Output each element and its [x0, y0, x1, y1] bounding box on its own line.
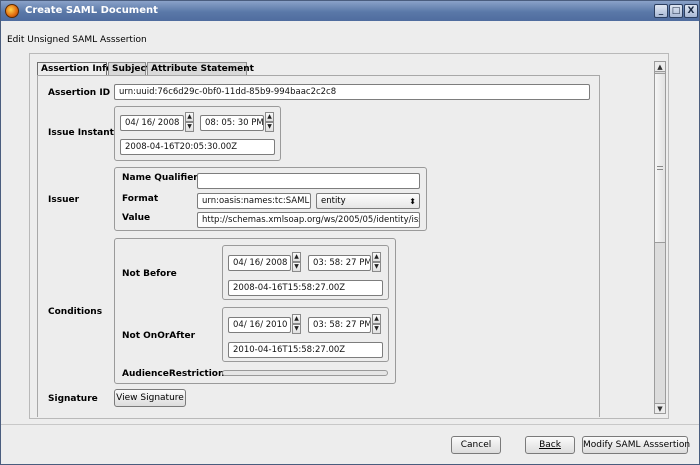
- name-qualifier-field[interactable]: [197, 173, 420, 189]
- tab-attribute-statement[interactable]: Attribute Statement: [147, 62, 254, 75]
- firefox-app-icon: [5, 4, 19, 18]
- audience-restriction-list[interactable]: [222, 370, 388, 376]
- value-label: Value: [122, 213, 151, 223]
- assertion-id-label: Assertion ID: [48, 88, 111, 98]
- name-qualifier-label: Name Qualifier: [122, 173, 198, 183]
- issue-instant-date-field[interactable]: 04/ 16/ 2008: [120, 115, 184, 131]
- tab-assertion-info[interactable]: Assertion Info: [37, 62, 112, 76]
- modify-saml-assertion-button[interactable]: Modify SAML Asssertion: [582, 436, 690, 454]
- scroll-up-icon[interactable]: ▲: [655, 62, 665, 72]
- spinner-down-icon[interactable]: ▼: [292, 262, 301, 272]
- title-bar[interactable]: Create SAML Document _ □ X: [1, 1, 699, 21]
- spinner-down-icon[interactable]: ▼: [265, 122, 274, 132]
- issuer-label: Issuer: [48, 195, 80, 205]
- format-label: Format: [122, 194, 159, 204]
- vertical-scrollbar[interactable]: ▲ ▼: [654, 61, 666, 414]
- select-arrows-icon: ⬍: [409, 197, 416, 206]
- spinner-up-icon[interactable]: ▲: [372, 314, 381, 324]
- not-before-date-field[interactable]: 04/ 16/ 2008: [228, 255, 291, 271]
- footer-divider: [1, 424, 699, 425]
- dialog-subtitle: Edit Unsigned SAML Asssertion: [7, 35, 147, 45]
- not-before-label: Not Before: [122, 269, 177, 279]
- view-signature-button[interactable]: View Signature: [114, 389, 186, 407]
- issue-instant-label: Issue Instant: [48, 128, 114, 138]
- issue-instant-date-spinner[interactable]: ▲ ▼: [185, 112, 194, 132]
- assertion-id-field[interactable]: urn:uuid:76c6d29c-0bf0-11dd-85b9-994baac…: [114, 84, 590, 100]
- cancel-button[interactable]: Cancel: [451, 436, 501, 454]
- conditions-label: Conditions: [48, 307, 103, 317]
- issue-instant-time-spinner[interactable]: ▲ ▼: [265, 112, 274, 132]
- not-on-or-after-iso-field[interactable]: 2010-04-16T15:58:27.00Z: [228, 342, 383, 358]
- audience-restriction-label: AudienceRestriction: [122, 369, 225, 379]
- not-before-date-spinner[interactable]: ▲ ▼: [292, 252, 301, 272]
- format-select[interactable]: entity ⬍: [316, 193, 420, 209]
- not-before-time-field[interactable]: 03: 58: 27 PM: [308, 255, 371, 271]
- grip-icon: [657, 166, 663, 170]
- not-on-or-after-date-spinner[interactable]: ▲ ▼: [292, 314, 301, 334]
- spinner-up-icon[interactable]: ▲: [185, 112, 194, 122]
- spinner-up-icon[interactable]: ▲: [265, 112, 274, 122]
- maximize-button[interactable]: □: [669, 4, 683, 18]
- issue-instant-iso-field[interactable]: 2008-04-16T20:05:30.00Z: [120, 139, 275, 155]
- spinner-down-icon[interactable]: ▼: [372, 262, 381, 272]
- spinner-down-icon[interactable]: ▼: [372, 324, 381, 334]
- format-select-value: entity: [321, 196, 346, 206]
- scroll-down-icon[interactable]: ▼: [655, 403, 665, 413]
- not-before-time-spinner[interactable]: ▲ ▼: [372, 252, 381, 272]
- create-saml-window: Create SAML Document _ □ X Edit Unsigned…: [0, 0, 700, 465]
- not-on-or-after-date-field[interactable]: 04/ 16/ 2010: [228, 317, 291, 333]
- signature-label: Signature: [48, 394, 98, 404]
- scrollbar-thumb[interactable]: [655, 73, 665, 243]
- spinner-up-icon[interactable]: ▲: [372, 252, 381, 262]
- back-button[interactable]: Back: [525, 436, 575, 454]
- spinner-down-icon[interactable]: ▼: [292, 324, 301, 334]
- minimize-button[interactable]: _: [654, 4, 668, 18]
- issue-instant-time-field[interactable]: 08: 05: 30 PM: [200, 115, 264, 131]
- format-field[interactable]: urn:oasis:names:tc:SAML::: [197, 193, 311, 209]
- not-on-or-after-time-field[interactable]: 03: 58: 27 PM: [308, 317, 371, 333]
- not-on-or-after-label: Not OnOrAfter: [122, 331, 196, 341]
- not-on-or-after-time-spinner[interactable]: ▲ ▼: [372, 314, 381, 334]
- issuer-value-field[interactable]: http://schemas.xmlsoap.org/ws/2005/05/id…: [197, 212, 420, 228]
- spinner-up-icon[interactable]: ▲: [292, 314, 301, 324]
- window-title: Create SAML Document: [25, 5, 158, 16]
- close-button[interactable]: X: [684, 4, 698, 18]
- tab-subject[interactable]: Subject: [108, 62, 150, 75]
- spinner-up-icon[interactable]: ▲: [292, 252, 301, 262]
- spinner-down-icon[interactable]: ▼: [185, 122, 194, 132]
- not-before-iso-field[interactable]: 2008-04-16T15:58:27.00Z: [228, 280, 383, 296]
